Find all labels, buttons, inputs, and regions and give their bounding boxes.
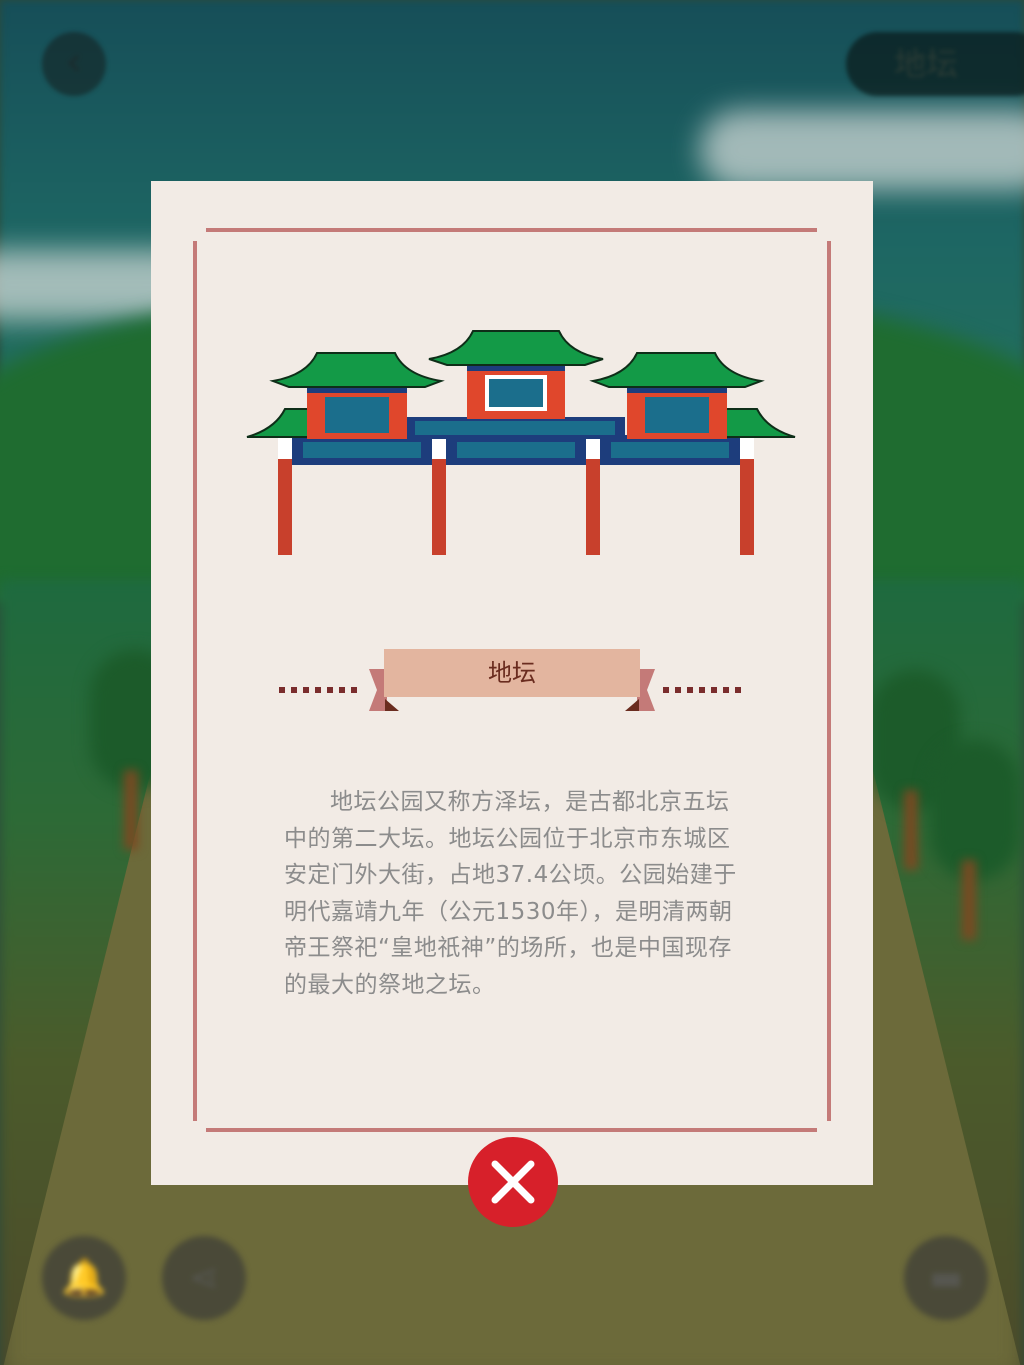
close-button[interactable] — [468, 1137, 558, 1227]
share-icon: ⋖ — [188, 1257, 220, 1299]
location-title: 地坛 — [894, 45, 959, 83]
bell-icon: 🔔 — [61, 1258, 107, 1299]
back-button[interactable]: ‹ — [42, 32, 106, 96]
bell-button[interactable]: 🔔 — [42, 1236, 126, 1320]
frame-line-right — [827, 241, 831, 1121]
description-text: 地坛公园又称方泽坛，是古都北京五坛中的第二大坛。地坛公园位于北京市东城区安定门外… — [284, 784, 744, 1003]
share-button[interactable]: ⋖ — [162, 1236, 246, 1320]
tree-trunk — [124, 770, 138, 850]
card-button[interactable]: ▬ — [904, 1236, 988, 1320]
paifang-gate-illustration — [246, 330, 796, 555]
info-card: 地坛 地坛公园又称方泽坛，是古都北京五坛中的第二大坛。地坛公园位于北京市东城区安… — [151, 181, 873, 1185]
description-paragraph: 地坛公园又称方泽坛，是古都北京五坛中的第二大坛。地坛公园位于北京市东城区安定门外… — [284, 789, 737, 998]
tree-trunk — [962, 860, 976, 940]
frame-line-left — [193, 241, 197, 1121]
card-icon: ▬ — [928, 1257, 964, 1299]
location-title-pill[interactable]: 地坛 — [846, 32, 1024, 96]
frame-line-bottom — [206, 1128, 817, 1132]
frame-line-top — [206, 228, 817, 232]
close-icon — [491, 1160, 535, 1204]
tree-trunk — [904, 790, 918, 870]
card-title: 地坛 — [488, 659, 536, 687]
cloud — [700, 110, 1024, 190]
tree — [930, 740, 1020, 880]
